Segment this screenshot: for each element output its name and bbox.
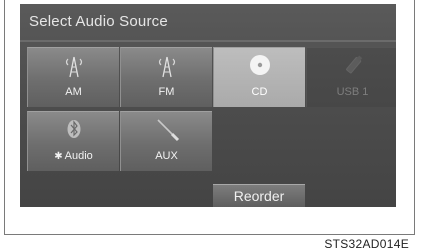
frame-border-left bbox=[4, 0, 5, 234]
source-button-am[interactable]: AM bbox=[27, 47, 119, 107]
source-label: AM bbox=[65, 86, 82, 98]
source-button-bluetooth-audio[interactable]: ✱ Audio bbox=[27, 111, 119, 171]
audio-source-screen: Select Audio Source AM FM CD USB 1 ✱ Aud… bbox=[20, 4, 396, 207]
reorder-button[interactable]: Reorder bbox=[213, 184, 305, 207]
frame-border-right bbox=[414, 0, 415, 234]
disc-icon bbox=[249, 55, 270, 75]
title-divider bbox=[20, 40, 396, 42]
source-button-aux[interactable]: AUX bbox=[120, 111, 212, 171]
aux-cable-icon bbox=[156, 119, 179, 142]
source-label: FM bbox=[158, 86, 175, 98]
source-button-cd[interactable]: CD bbox=[213, 47, 305, 107]
screen-title: Select Audio Source bbox=[29, 13, 168, 30]
antenna-icon bbox=[158, 56, 175, 78]
bluetooth-icon bbox=[67, 120, 80, 138]
usb-icon bbox=[345, 55, 362, 74]
source-label: USB 1 bbox=[336, 86, 369, 98]
frame-border-bottom bbox=[4, 234, 415, 235]
figure-code: STS32AD014E bbox=[324, 237, 409, 251]
source-button-usb1[interactable]: USB 1 bbox=[306, 47, 396, 107]
source-label: CD bbox=[251, 86, 268, 98]
source-button-fm[interactable]: FM bbox=[120, 47, 212, 107]
antenna-icon bbox=[65, 56, 82, 78]
source-label: AUX bbox=[155, 150, 178, 162]
bluetooth-small-icon: ✱ bbox=[54, 151, 65, 162]
source-label: ✱ Audio bbox=[54, 150, 93, 162]
